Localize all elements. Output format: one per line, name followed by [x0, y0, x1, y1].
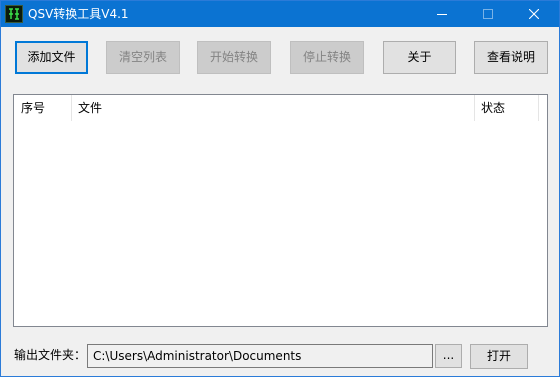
stop-convert-button[interactable]: 停止转换 — [290, 41, 364, 74]
output-folder-label: 输出文件夹： — [14, 348, 87, 362]
column-header-status[interactable]: 状态 — [474, 95, 538, 121]
maximize-button[interactable] — [465, 1, 511, 27]
close-button[interactable] — [511, 1, 557, 27]
column-header-file[interactable]: 文件 — [71, 95, 474, 121]
start-convert-button[interactable]: 开始转换 — [197, 41, 271, 74]
window-title: QSV转换工具V4.1 — [28, 7, 129, 21]
help-button[interactable]: 查看说明 — [474, 41, 548, 74]
minimize-button[interactable] — [419, 1, 465, 27]
column-header-index[interactable]: 序号 — [14, 95, 71, 121]
browse-button[interactable]: ... — [435, 344, 462, 368]
add-files-button[interactable]: 添加文件 — [15, 41, 88, 74]
open-folder-button[interactable]: 打开 — [470, 344, 528, 369]
file-list-header: 序号 文件 状态 — [14, 95, 547, 121]
output-folder-field[interactable]: C:\Users\Administrator\Documents — [87, 344, 433, 368]
close-icon — [529, 9, 539, 19]
column-divider[interactable] — [538, 95, 539, 121]
maximize-icon — [483, 9, 493, 19]
qsv-app-icon — [5, 5, 23, 23]
clear-list-button[interactable]: 清空列表 — [106, 41, 180, 74]
title-bar[interactable]: QSV转换工具V4.1 — [1, 1, 559, 27]
minimize-icon — [437, 14, 447, 15]
file-list[interactable]: 序号 文件 状态 — [13, 94, 548, 327]
app-window: QSV转换工具V4.1 添加文件 清空列表 开始转换 停止转换 关于 查看说明 … — [0, 0, 560, 377]
about-button[interactable]: 关于 — [383, 41, 456, 74]
